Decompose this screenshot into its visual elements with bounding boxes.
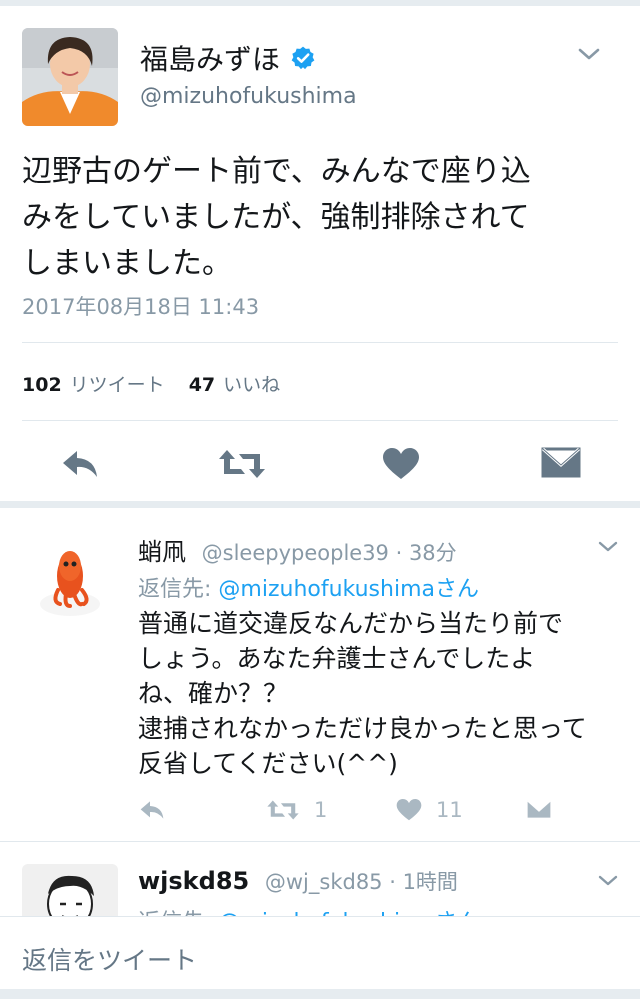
direct-message-button[interactable]	[537, 440, 585, 488]
tweet-action-bar	[0, 440, 640, 490]
like-button[interactable]: 11	[396, 792, 463, 828]
like-count[interactable]: 47	[189, 374, 215, 396]
reply-text-line: しょう。あなた弁護士さんでしたよ	[138, 644, 536, 673]
timestamp: 2017年08月18日 11:43	[22, 295, 260, 319]
chevron-down-icon[interactable]	[596, 872, 620, 890]
retweet-button[interactable]	[214, 440, 270, 488]
reply-button[interactable]	[138, 792, 166, 828]
divider	[22, 420, 618, 421]
like-count: 11	[436, 798, 463, 822]
retweet-label[interactable]: リツイート	[70, 370, 165, 397]
retweet-count[interactable]: 102	[22, 374, 62, 396]
tweet-text-line: 辺野古のゲート前で、みんなで座り込	[22, 154, 531, 189]
direct-message-button[interactable]	[526, 792, 552, 828]
heart-icon	[396, 799, 422, 821]
reply-text-line: 反省してください(^^)	[138, 749, 398, 778]
divider	[22, 342, 618, 343]
avatar[interactable]	[22, 28, 118, 126]
bottom-separator	[0, 989, 640, 999]
reply-compose-input[interactable]: 返信をツイート	[22, 941, 197, 977]
reply-button[interactable]	[56, 440, 104, 488]
reply-text-line: 逮捕されなかっただけ良かったと思って	[138, 714, 587, 743]
reply-to-prefix: 返信先:	[138, 577, 212, 602]
reply-text-line: ね、確か？？	[138, 679, 289, 708]
reply-icon	[140, 801, 164, 819]
heart-icon	[383, 448, 419, 479]
handle[interactable]: @mizuhofukushima	[140, 84, 357, 109]
chevron-down-icon[interactable]	[596, 538, 620, 556]
avatar[interactable]	[22, 528, 118, 624]
reply-to-mention[interactable]: @mizuhofukushimaさん	[218, 577, 479, 602]
reply-icon	[63, 451, 97, 477]
tweet-text-line: みをしていましたが、強制排除されて	[22, 200, 530, 235]
like-label[interactable]: いいね	[223, 370, 280, 397]
retweet-count: 1	[314, 798, 328, 822]
reply-text: 普通に道交違反なんだから当たり前で しょう。あなた弁護士さんでしたよ ね、確か？…	[138, 606, 628, 781]
display-name[interactable]: 福島みずほ	[140, 38, 316, 78]
verified-badge-icon	[290, 45, 316, 71]
retweet-button[interactable]: 1	[266, 792, 327, 828]
reply-action-bar: 1 11	[0, 792, 640, 828]
divider	[0, 841, 640, 842]
main-tweet: 福島みずほ @mizuhofukushima 辺野古のゲート前で、みんなで座り込…	[0, 6, 640, 502]
tweet-text-line: しまいました。	[22, 246, 232, 281]
reply-handle-time: @sleepypeople39 · 38分	[201, 541, 457, 565]
display-name-text: 福島みずほ	[140, 43, 281, 76]
section-separator	[0, 501, 640, 508]
reply-text-line: 普通に道交違反なんだから当たり前で	[138, 609, 564, 638]
compose-bar: 返信をツイート	[0, 916, 640, 999]
retweet-icon	[219, 450, 265, 478]
retweet-icon	[267, 800, 299, 820]
tweet-stats: 102 リツイート 47 いいね	[22, 370, 304, 397]
envelope-icon	[527, 799, 551, 818]
chevron-down-icon[interactable]	[576, 44, 602, 64]
reply-author[interactable]: wjskd85 @wj_skd85 · 1時間	[138, 866, 458, 896]
like-button[interactable]	[377, 440, 425, 488]
reply-to: 返信先: @mizuhofukushimaさん	[138, 571, 479, 603]
envelope-icon	[541, 447, 581, 478]
tweet-text: 辺野古のゲート前で、みんなで座り込 みをしていましたが、強制排除されて しまいま…	[22, 149, 622, 287]
reply-author[interactable]: 蛸凧 @sleepypeople39 · 38分	[138, 532, 457, 567]
reply-display-name: 蛸凧	[138, 538, 186, 566]
reply-handle-time: @wj_skd85 · 1時間	[264, 870, 458, 894]
reply-display-name: wjskd85	[138, 867, 250, 895]
